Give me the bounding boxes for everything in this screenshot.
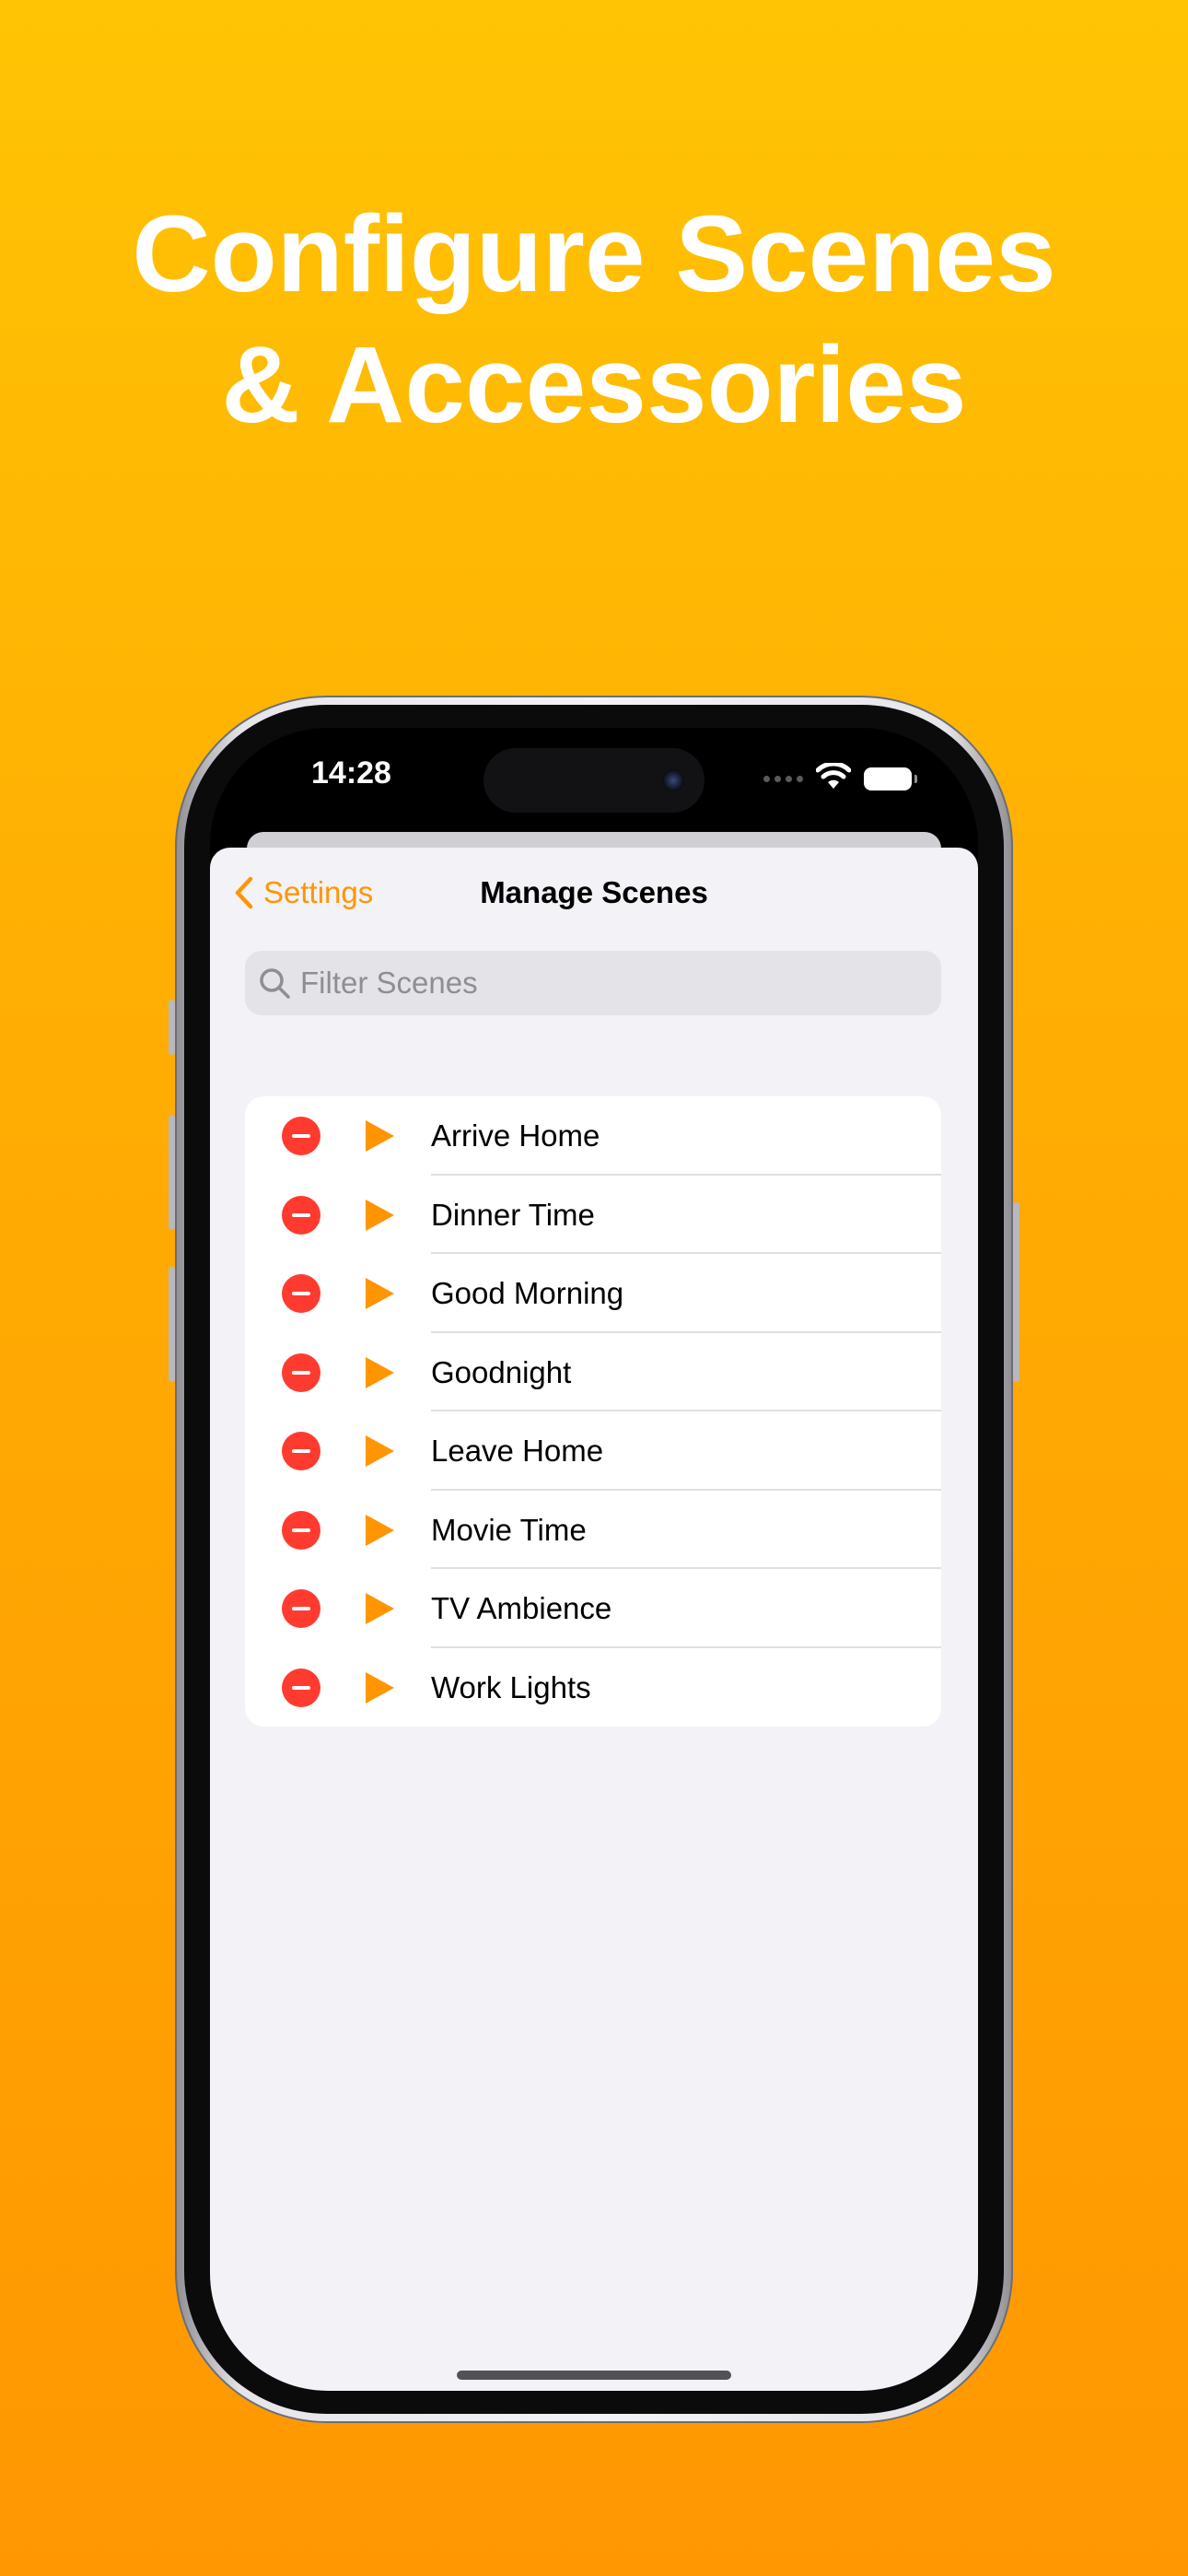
delete-button[interactable] bbox=[282, 1668, 320, 1707]
status-icons bbox=[763, 760, 917, 797]
marketing-headline: Configure Scenes & Accessories bbox=[0, 189, 1188, 451]
scene-list: Arrive Home Dinner Time Good Morning Goo… bbox=[245, 1096, 941, 1727]
camera-icon bbox=[662, 769, 684, 791]
headline-line-1: Configure Scenes bbox=[132, 193, 1056, 315]
play-icon[interactable] bbox=[363, 1670, 396, 1705]
page-title: Manage Scenes bbox=[480, 875, 708, 909]
scene-name: Goodnight bbox=[431, 1354, 572, 1389]
list-item: Dinner Time bbox=[245, 1176, 941, 1254]
battery-icon bbox=[864, 767, 917, 790]
delete-button[interactable] bbox=[282, 1589, 320, 1628]
delete-button[interactable] bbox=[282, 1510, 320, 1550]
wifi-icon bbox=[815, 760, 852, 795]
delete-button[interactable] bbox=[282, 1352, 320, 1392]
list-item: Arrive Home bbox=[245, 1096, 941, 1176]
list-item: Work Lights bbox=[245, 1648, 941, 1727]
play-icon[interactable] bbox=[363, 1198, 396, 1233]
delete-button[interactable] bbox=[282, 1117, 320, 1155]
play-icon[interactable] bbox=[363, 1513, 396, 1548]
volume-up-button bbox=[169, 1115, 175, 1230]
list-item: Goodnight bbox=[245, 1333, 941, 1411]
scene-name: TV Ambience bbox=[431, 1591, 612, 1625]
dynamic-island bbox=[483, 748, 705, 813]
search-icon bbox=[258, 966, 291, 1000]
search-field[interactable] bbox=[245, 951, 941, 1015]
action-button bbox=[169, 1000, 175, 1055]
status-time: 14:28 bbox=[311, 755, 391, 790]
list-item: TV Ambience bbox=[245, 1569, 941, 1648]
play-icon[interactable] bbox=[363, 1276, 396, 1311]
scene-name: Movie Time bbox=[431, 1512, 587, 1547]
headline-line-2: & Accessories bbox=[221, 324, 967, 446]
cellular-dots-icon bbox=[763, 775, 803, 782]
search-input[interactable] bbox=[300, 966, 899, 1001]
play-icon[interactable] bbox=[363, 1434, 396, 1469]
home-indicator[interactable] bbox=[457, 2371, 731, 2380]
list-item: Movie Time bbox=[245, 1491, 941, 1569]
power-button bbox=[1013, 1202, 1019, 1382]
play-icon[interactable] bbox=[363, 1591, 396, 1626]
phone-screen: 14:28 Settings Manage Scenes Filter Scen… bbox=[210, 728, 978, 2391]
scene-name: Work Lights bbox=[431, 1669, 591, 1704]
scene-name: Arrive Home bbox=[431, 1118, 600, 1153]
list-item: Leave Home bbox=[245, 1411, 941, 1491]
delete-button[interactable] bbox=[282, 1274, 320, 1313]
play-icon[interactable] bbox=[363, 1118, 396, 1153]
scene-name: Dinner Time bbox=[431, 1197, 595, 1232]
manage-scenes-sheet: Settings Manage Scenes Arrive Home bbox=[210, 848, 978, 2391]
delete-button[interactable] bbox=[282, 1195, 320, 1235]
list-item: Good Morning bbox=[245, 1254, 941, 1333]
play-icon[interactable] bbox=[363, 1355, 396, 1390]
volume-down-button bbox=[169, 1267, 175, 1382]
scene-name: Leave Home bbox=[431, 1434, 604, 1468]
delete-button[interactable] bbox=[282, 1432, 320, 1470]
scene-name: Good Morning bbox=[431, 1276, 624, 1310]
